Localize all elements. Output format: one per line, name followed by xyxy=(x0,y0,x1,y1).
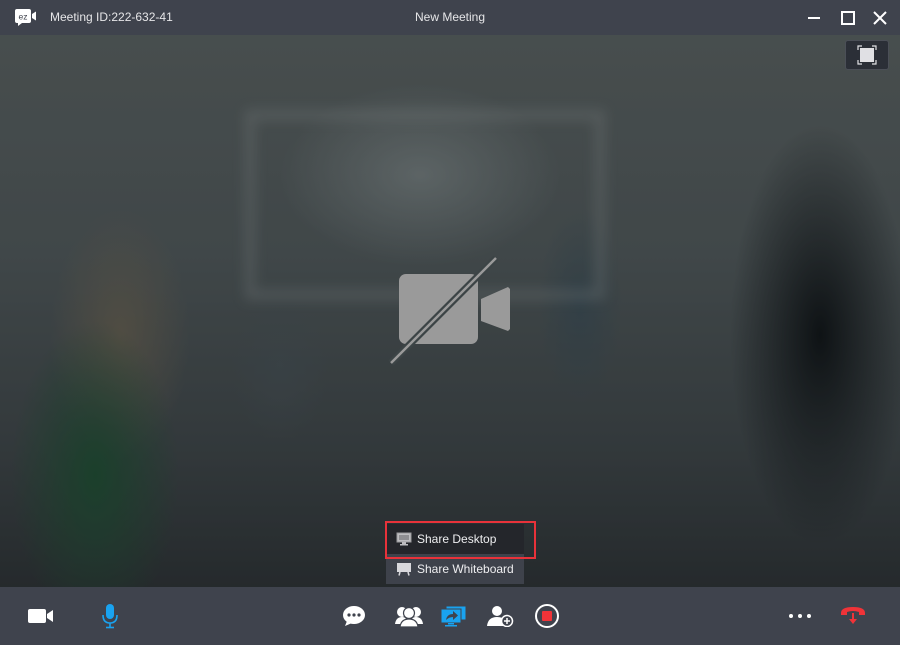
more-dots-icon xyxy=(789,614,811,618)
maximize-button[interactable] xyxy=(838,8,858,28)
share-whiteboard-item[interactable]: Share Whiteboard xyxy=(386,554,524,584)
close-button[interactable] xyxy=(870,8,890,28)
meeting-id: Meeting ID:222-632-41 xyxy=(50,10,173,24)
app-logo-icon: ez xyxy=(15,9,36,26)
participants-icon xyxy=(395,606,423,627)
maximize-icon xyxy=(841,11,855,25)
share-desktop-label: Share Desktop xyxy=(417,532,497,546)
add-user-icon xyxy=(487,606,514,627)
video-camera-icon xyxy=(28,609,53,623)
svg-text:ez: ez xyxy=(19,12,28,22)
leave-meeting-button[interactable] xyxy=(838,601,868,631)
chat-bubble-icon xyxy=(343,606,365,626)
meeting-toolbar xyxy=(0,587,900,645)
whiteboard-icon xyxy=(397,563,411,576)
title-bar: ez Meeting ID:222-632-41 New Meeting xyxy=(0,0,900,35)
monitor-icon xyxy=(396,532,412,546)
share-screen-button[interactable] xyxy=(440,601,468,631)
participants-button[interactable] xyxy=(395,601,423,631)
record-button[interactable] xyxy=(534,601,560,631)
close-icon xyxy=(873,11,887,25)
share-screen-icon xyxy=(440,605,467,627)
share-desktop-item[interactable]: Share Desktop xyxy=(386,524,524,554)
share-whiteboard-label: Share Whiteboard xyxy=(417,562,514,576)
fullscreen-button[interactable] xyxy=(845,40,889,70)
minimize-icon xyxy=(808,17,820,19)
minimize-button[interactable] xyxy=(804,8,824,28)
microphone-icon xyxy=(102,604,118,629)
share-menu: Share Desktop Share Whiteboard xyxy=(386,524,524,584)
record-icon xyxy=(535,604,559,628)
microphone-toggle-button[interactable] xyxy=(98,601,122,631)
invite-participant-button[interactable] xyxy=(486,601,514,631)
chat-button[interactable] xyxy=(341,601,367,631)
video-stage xyxy=(0,35,900,587)
camera-off-icon xyxy=(388,255,510,366)
hang-up-icon xyxy=(841,607,865,624)
more-options-button[interactable] xyxy=(786,601,814,631)
camera-toggle-button[interactable] xyxy=(26,601,56,631)
fullscreen-icon xyxy=(857,45,877,65)
